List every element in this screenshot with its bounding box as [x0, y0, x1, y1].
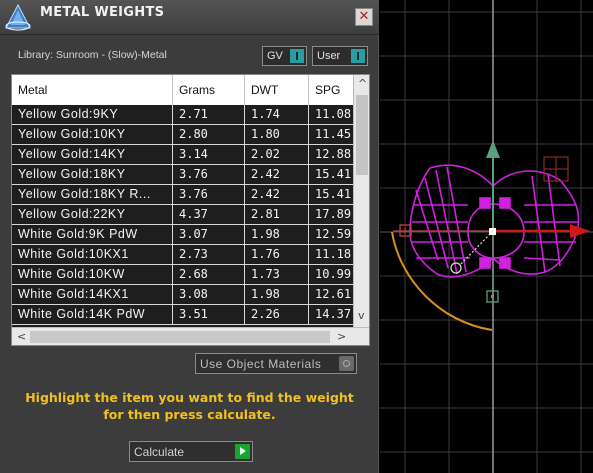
dropdown-arrow-icon: [351, 49, 365, 63]
scroll-left-icon[interactable]: <: [17, 330, 26, 343]
title-bar[interactable]: METAL WEIGHTS ✕: [0, 0, 379, 35]
cell-grams: 2.73: [173, 245, 245, 264]
cell-dwt: 2.02: [245, 145, 309, 164]
cell-dwt: 2.42: [245, 185, 309, 204]
cell-metal: Yellow Gold:9KY: [12, 105, 173, 124]
cell-grams: 2.80: [173, 125, 245, 144]
cell-grams: 3.76: [173, 185, 245, 204]
table-row[interactable]: White Gold:14K PdW 3.51 2.26 14.37: [12, 305, 353, 325]
instruction-line-2: for then press calculate.: [103, 407, 276, 422]
table-row[interactable]: Yellow Gold:18KY 3.76 2.42 15.41: [12, 165, 353, 185]
dropdown-arrow-icon: [290, 49, 304, 63]
column-header-metal[interactable]: Metal: [12, 75, 173, 105]
instruction-line-1: Highlight the item you want to find the …: [25, 390, 354, 405]
calculate-button[interactable]: Calculate: [129, 441, 253, 462]
cell-grams: 3.76: [173, 165, 245, 184]
cell-spg: 15.41: [315, 187, 352, 201]
metal-weights-logo-icon: [5, 3, 31, 31]
cell-dwt: 1.73: [245, 265, 309, 284]
ring-model[interactable]: [409, 164, 580, 278]
cell-spg: 14.37: [315, 307, 352, 321]
vertical-scroll-thumb[interactable]: [356, 95, 368, 175]
table-row[interactable]: White Gold:9K PdW 3.07 1.98 12.59: [12, 225, 353, 245]
scroll-down-icon[interactable]: v: [358, 309, 365, 322]
metal-table[interactable]: Metal Grams DWT SPG Yellow Gold:9KY 2.71 1…: [11, 74, 370, 346]
cell-metal: Yellow Gold:14KY: [12, 145, 173, 164]
table-row[interactable]: White Gold:14KX1 3.08 1.98 12.61: [12, 285, 353, 305]
library-label: Library: Sunroom - (Slow)-Metal: [18, 49, 167, 61]
window-title: METAL WEIGHTS: [40, 5, 165, 20]
cell-grams: 4.37: [173, 205, 245, 224]
cell-dwt: 2.26: [245, 305, 309, 324]
cell-dwt: 1.98: [245, 285, 309, 304]
table-row[interactable]: Yellow Gold:18KY R... 3.76 2.42 15.41: [12, 185, 353, 205]
cell-spg: 15.41: [315, 167, 352, 181]
table-row[interactable]: White Gold:10KX1 2.73 1.76 11.18: [12, 245, 353, 265]
plane-handle-icon[interactable]: [543, 156, 569, 182]
source-dropdown[interactable]: User: [312, 46, 368, 66]
unit-dropdown-value: GV: [267, 50, 283, 62]
cell-spg: 11.18: [315, 247, 352, 261]
close-button[interactable]: ✕: [355, 8, 373, 26]
vertical-scrollbar[interactable]: ^ v: [353, 75, 369, 327]
cell-spg: 11.45: [315, 127, 352, 141]
use-object-materials-toggle[interactable]: Use Object Materials: [195, 353, 357, 374]
cell-metal: White Gold:14KX1: [12, 285, 173, 304]
cell-grams: 3.51: [173, 305, 245, 324]
cell-grams: 3.07: [173, 225, 245, 244]
source-dropdown-value: User: [317, 50, 341, 62]
table-header: Metal Grams DWT SPG: [12, 75, 353, 105]
instruction-text: Highlight the item you want to find the …: [0, 389, 379, 423]
unit-dropdown[interactable]: GV: [262, 46, 307, 66]
horizontal-scroll-thumb[interactable]: [30, 331, 330, 343]
cell-grams: 3.08: [173, 285, 245, 304]
scroll-up-icon[interactable]: ^: [358, 77, 367, 90]
column-header-spg[interactable]: SPG: [309, 75, 353, 105]
play-arrow-icon: [235, 444, 250, 459]
cell-dwt: 1.74: [245, 105, 309, 124]
cell-grams: 2.71: [173, 105, 245, 124]
cell-spg: 11.08: [315, 107, 352, 121]
column-header-dwt[interactable]: DWT: [245, 75, 309, 105]
horizontal-scrollbar[interactable]: < >: [12, 327, 369, 345]
cell-spg: 12.88: [315, 147, 352, 161]
table-row[interactable]: Yellow Gold:10KY 2.80 1.80 11.45: [12, 125, 353, 145]
cell-grams: 3.14: [173, 145, 245, 164]
y-axis-gizmo[interactable]: [486, 140, 500, 232]
cell-metal: Yellow Gold:18KY: [12, 165, 173, 184]
table-row[interactable]: Yellow Gold:9KY 2.71 1.74 11.08: [12, 105, 353, 125]
use-object-materials-label: Use Object Materials: [200, 357, 322, 371]
cell-metal: White Gold:14K PdW: [12, 305, 173, 324]
x-axis-gizmo[interactable]: [493, 224, 590, 238]
cell-dwt: 1.76: [245, 245, 309, 264]
cell-metal: White Gold:9K PdW: [12, 225, 173, 244]
scroll-right-icon[interactable]: >: [337, 330, 346, 343]
table-row[interactable]: Yellow Gold:14KY 3.14 2.02 12.88: [12, 145, 353, 165]
toggle-indicator-icon: [339, 356, 354, 371]
table-row[interactable]: White Gold:10KW 2.68 1.73 10.99: [12, 265, 353, 285]
cell-metal: Yellow Gold:18KY R...: [12, 185, 173, 204]
cell-metal: Yellow Gold:10KY: [12, 125, 173, 144]
viewport-grid: [380, 0, 593, 473]
cell-grams: 2.68: [173, 265, 245, 284]
cell-dwt: 2.42: [245, 165, 309, 184]
cell-spg: 10.99: [315, 267, 352, 281]
cell-metal: Yellow Gold:22KY: [12, 205, 173, 224]
cell-dwt: 1.80: [245, 125, 309, 144]
cell-dwt: 2.81: [245, 205, 309, 224]
cell-spg: 12.59: [315, 227, 352, 241]
cell-spg: 12.61: [315, 287, 352, 301]
calculate-label: Calculate: [134, 445, 185, 459]
cell-metal: White Gold:10KW: [12, 265, 173, 284]
column-header-grams[interactable]: Grams: [173, 75, 245, 105]
table-row[interactable]: Yellow Gold:22KY 4.37 2.81 17.89: [12, 205, 353, 225]
cell-spg: 17.89: [315, 207, 352, 221]
lower-axis-handle-icon[interactable]: [486, 270, 499, 303]
cell-dwt: 1.98: [245, 225, 309, 244]
metal-weights-panel: METAL WEIGHTS ✕ Library: Sunroom - (Slow…: [0, 0, 379, 473]
cell-metal: White Gold:10KX1: [12, 245, 173, 264]
